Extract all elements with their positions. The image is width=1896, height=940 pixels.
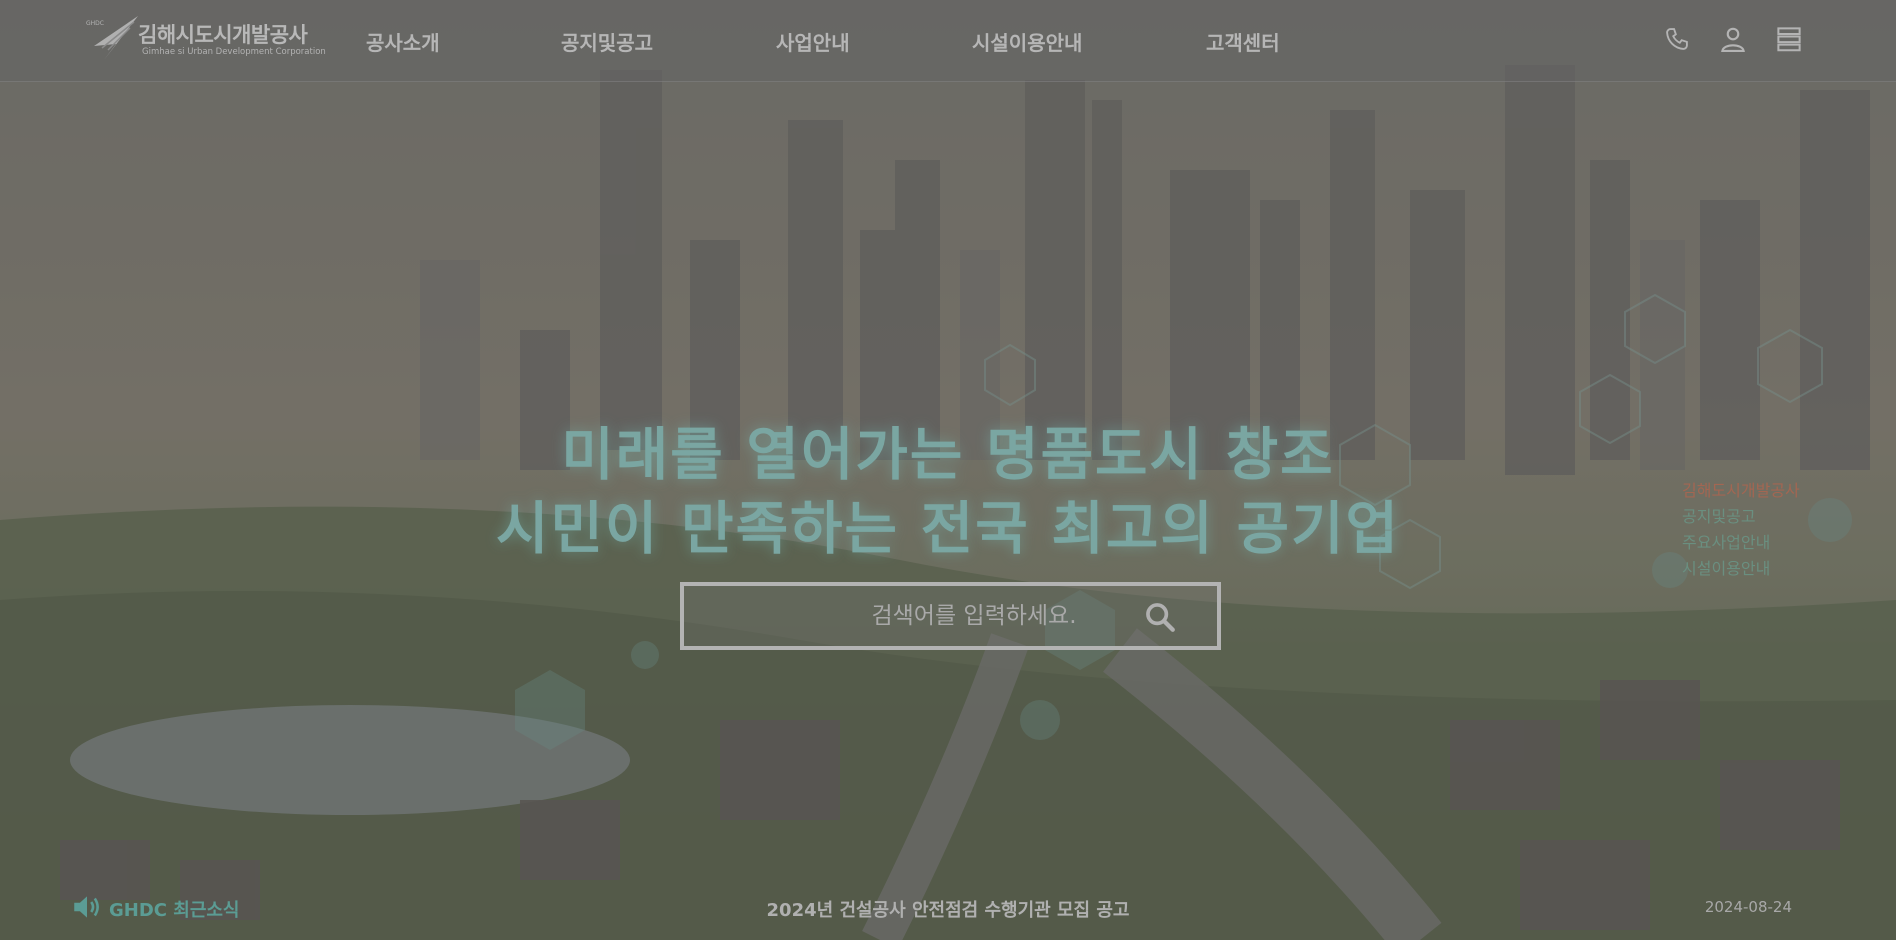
top-header: GHDC 김해시도시개발공사 Gimhae si Urban Developme… [0,0,1896,82]
nav-item-notice[interactable]: 공지및공고 [561,27,653,56]
user-icon[interactable] [1716,22,1750,56]
logo-name-ko: 김해시도시개발공사 [138,23,308,47]
header-utility-icons [1660,22,1806,56]
news-title-link[interactable]: 2024년 건설공사 안전점검 수행기관 모집 공고 [0,896,1896,922]
slogan-line-2: 시민이 만족하는 전국 최고의 공기업 [496,496,1400,562]
logo-mark-text: GHDC [86,20,104,27]
hero-slogan: 미래를 열어가는 명품도시 창조 시민이 만족하는 전국 최고의 공기업 [0,418,1896,566]
slogan-line-1: 미래를 열어가는 명품도시 창조 [561,422,1335,488]
nav-item-about[interactable]: 공사소개 [366,27,440,56]
search-input[interactable] [684,586,1144,646]
nav-item-customer[interactable]: 고객센터 [1206,27,1280,56]
nav-item-business[interactable]: 사업안내 [776,27,850,56]
side-item[interactable]: 시설이용안내 [1682,556,1842,582]
menu-icon[interactable] [1772,22,1806,56]
logo-name-en: Gimhae si Urban Development Corporation [142,47,326,57]
news-date: 2024-08-24 [1704,898,1792,916]
side-quick-list: 김해도시개발공사 공지및공고 주요사업안내 시설이용안내 [1682,478,1842,582]
search-box [680,582,1221,650]
phone-icon[interactable] [1660,22,1694,56]
side-item[interactable]: 공지및공고 [1682,504,1842,530]
side-item[interactable]: 김해도시개발공사 [1682,478,1842,504]
search-icon[interactable] [1143,600,1177,634]
site-logo[interactable]: GHDC 김해시도시개발공사 Gimhae si Urban Developme… [86,14,326,62]
side-item[interactable]: 주요사업안내 [1682,530,1842,556]
latest-news-bar: GHDC 최근소식 2024년 건설공사 안전점검 수행기관 모집 공고 202… [0,880,1896,936]
nav-item-facility[interactable]: 시설이용안내 [972,27,1082,56]
